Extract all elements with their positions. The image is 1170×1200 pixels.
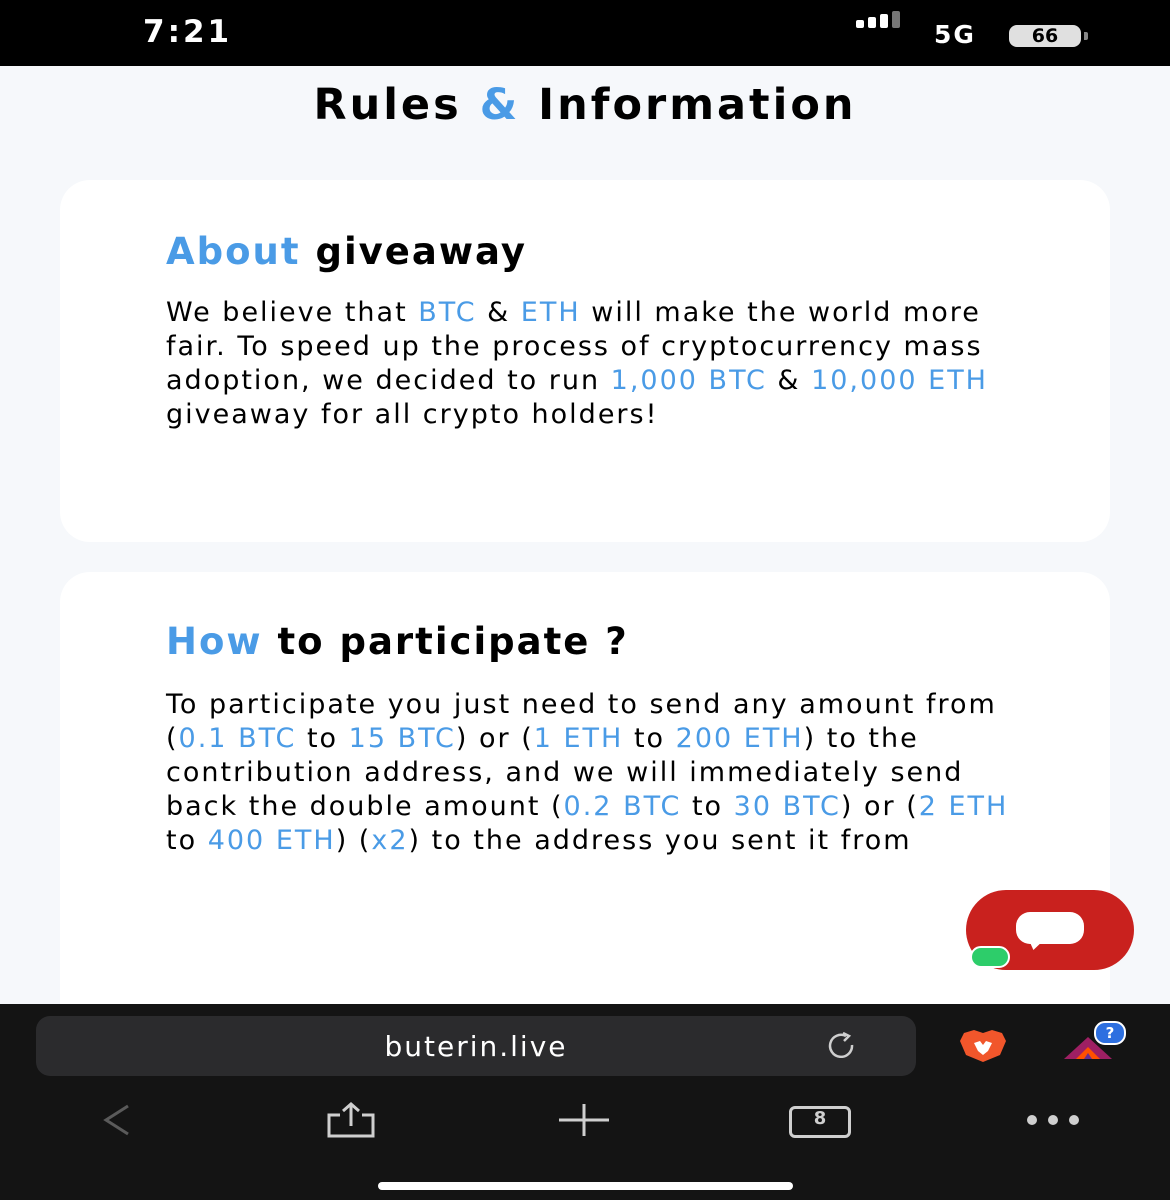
about-title-accent: About [166,230,301,273]
about-giveaway-card: About giveaway We believe that BTC & ETH… [60,180,1110,542]
highlight-text: 1 ETH [533,723,624,754]
chat-icon [1016,912,1084,950]
title-ampersand: & [479,80,521,130]
address-bar[interactable]: buterin.live [36,1016,916,1076]
brave-shield-icon[interactable] [956,1029,1010,1063]
battery-nub [1084,32,1088,40]
how-card-title: How to participate ? [166,620,629,663]
body-text: to [296,723,349,754]
body-text: to [166,825,208,856]
highlight-text: 2 ETH [918,791,1009,822]
reload-icon[interactable] [826,1032,856,1058]
home-indicator [378,1182,793,1190]
tabs-button[interactable]: 8 [789,1102,851,1138]
body-text: & [476,297,521,328]
highlight-text: ETH [520,297,581,328]
how-to-participate-card: How to participate ? To participate you … [60,572,1110,1004]
web-content: Rules & Information About giveaway We be… [0,66,1170,1004]
highlight-text: 0.1 BTC [178,723,297,754]
body-text: ) to the address you sent it from [408,825,912,856]
bat-rewards-icon[interactable]: ? [1060,1021,1126,1063]
body-text: to [623,723,676,754]
how-title-rest: to participate ? [277,620,629,663]
how-card-body: To participate you just need to send any… [166,688,1046,858]
status-time: 7:21 [143,14,233,50]
status-bar: 7:21 5G 66 [0,0,1170,66]
about-card-body: We believe that BTC & ETH will make the … [166,296,1046,432]
help-badge: ? [1094,1021,1126,1045]
online-status-dot [970,946,1010,968]
highlight-text: 15 BTC [348,723,456,754]
new-tab-icon[interactable] [557,1102,611,1138]
body-text: ) or ( [455,723,534,754]
browser-toolbar: buterin.live ? 8 [0,1004,1170,1200]
highlight-text: 200 ETH [675,723,804,754]
highlight-text: BTC [418,297,477,328]
page-title: Rules & Information [0,80,1170,130]
more-icon[interactable] [1026,1102,1080,1138]
about-card-title: About giveaway [166,230,527,273]
network-type: 5G [934,20,976,49]
highlight-text: 30 BTC [733,791,841,822]
tab-count: 8 [813,1108,827,1129]
highlight-text: x2 [371,825,409,856]
back-icon[interactable] [100,1102,132,1138]
highlight-text: 400 ETH [207,825,336,856]
body-text: & [766,365,812,396]
title-part1: Rules [313,80,462,130]
body-text: We believe that [166,297,419,328]
title-part2: Information [538,80,857,130]
how-title-accent: How [166,620,263,663]
body-text: to [681,791,734,822]
share-icon[interactable] [326,1102,376,1138]
body-text: ) or ( [840,791,919,822]
body-text: ) ( [335,825,372,856]
highlight-text: 1,000 BTC [610,365,767,396]
battery-icon: 66 [1009,25,1081,47]
body-text: giveaway for all crypto holders! [166,399,659,430]
highlight-text: 10,000 ETH [811,365,988,396]
about-title-rest: giveaway [315,230,527,273]
highlight-text: 0.2 BTC [563,791,682,822]
url-text: buterin.live [384,1030,568,1063]
